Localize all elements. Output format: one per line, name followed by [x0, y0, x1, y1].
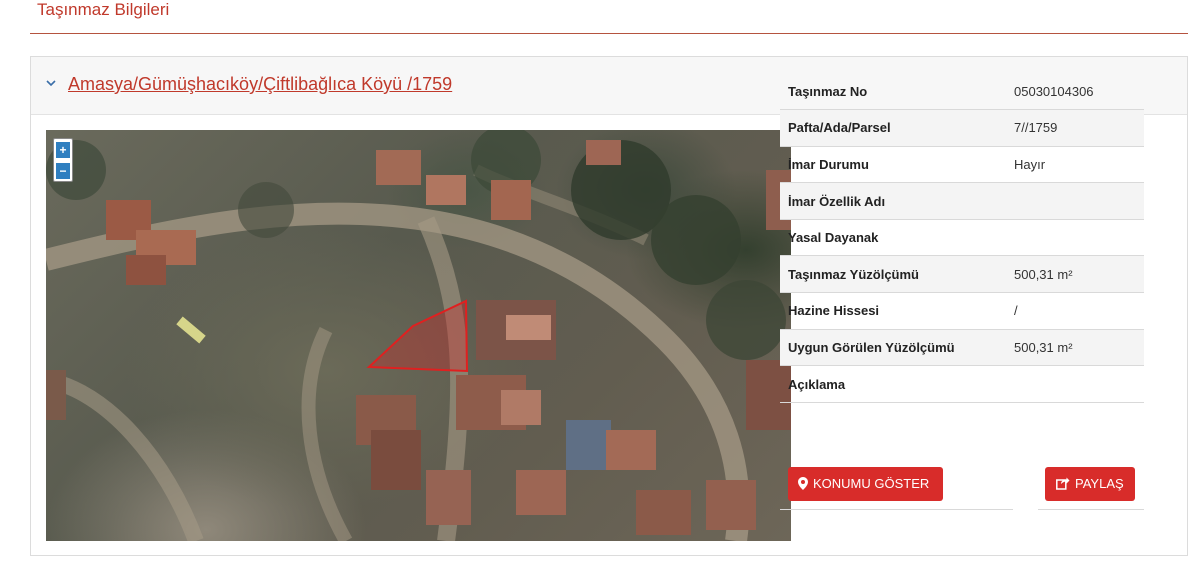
table-row: Hazine Hissesi /: [780, 293, 1144, 330]
row-value: 7//1759: [1014, 120, 1058, 136]
row-label: Uygun Görülen Yüzölçümü: [788, 339, 955, 355]
row-label: İmar Özellik Adı: [788, 193, 886, 209]
row-value: 05030104306: [1014, 83, 1094, 99]
row-value: /: [1014, 303, 1018, 319]
row-value: [1012, 183, 1144, 220]
row-label: Taşınmaz Yüzölçümü: [788, 266, 919, 282]
row-value: 500,31 m²: [1014, 339, 1073, 355]
zoom-in-button[interactable]: +: [56, 142, 70, 158]
row-value: 500,31 m²: [1014, 266, 1073, 282]
row-value: Hayır: [1014, 156, 1046, 172]
table-row: Pafta/Ada/Parsel 7//1759: [780, 109, 1144, 147]
share-icon: [1056, 467, 1070, 501]
share-label: PAYLAŞ: [1075, 476, 1124, 491]
table-row: İmar Durumu Hayır: [780, 146, 1144, 183]
parcel-outline[interactable]: [366, 299, 469, 373]
page-title: Taşınmaz Bilgileri: [37, 0, 170, 19]
map-marker-icon: [798, 467, 808, 501]
title-divider: [30, 33, 1188, 34]
map-imagery: [46, 130, 791, 541]
row-label: Taşınmaz No: [788, 83, 868, 99]
table-row: Taşınmaz Yüzölçümü 500,31 m²: [780, 255, 1144, 293]
table-row: Uygun Görülen Yüzölçümü 500,31 m²: [780, 329, 1144, 366]
show-location-label: KONUMU GÖSTER: [813, 476, 930, 491]
property-info-table: Taşınmaz No 05030104306 Pafta/Ada/Parsel…: [780, 73, 1144, 403]
row-label: Hazine Hissesi: [788, 303, 880, 319]
row-label: Yasal Dayanak: [788, 230, 879, 246]
show-location-button[interactable]: KONUMU GÖSTER: [788, 467, 943, 501]
table-row: Açıklama: [780, 366, 1144, 403]
row-value: [1012, 366, 1144, 403]
zoom-control: + −: [53, 138, 73, 182]
table-row: Yasal Dayanak: [780, 219, 1144, 256]
chevron-down-icon[interactable]: [45, 77, 59, 91]
table-row: Taşınmaz No 05030104306: [780, 73, 1144, 110]
share-button[interactable]: PAYLAŞ: [1045, 467, 1135, 501]
row-label: Açıklama: [788, 376, 846, 392]
action-row-divider: [780, 509, 1013, 510]
zoom-out-button[interactable]: −: [56, 163, 70, 179]
table-row: İmar Özellik Adı: [780, 182, 1144, 220]
row-label: Pafta/Ada/Parsel: [788, 120, 891, 136]
satellite-map[interactable]: + −: [46, 130, 791, 541]
action-row-divider: [1038, 509, 1144, 510]
row-label: İmar Durumu: [788, 156, 869, 172]
parcel-title-link[interactable]: Amasya/Gümüşhacıköy/Çiftlibağlıca Köyü /…: [68, 73, 452, 95]
row-value: [1012, 219, 1144, 256]
